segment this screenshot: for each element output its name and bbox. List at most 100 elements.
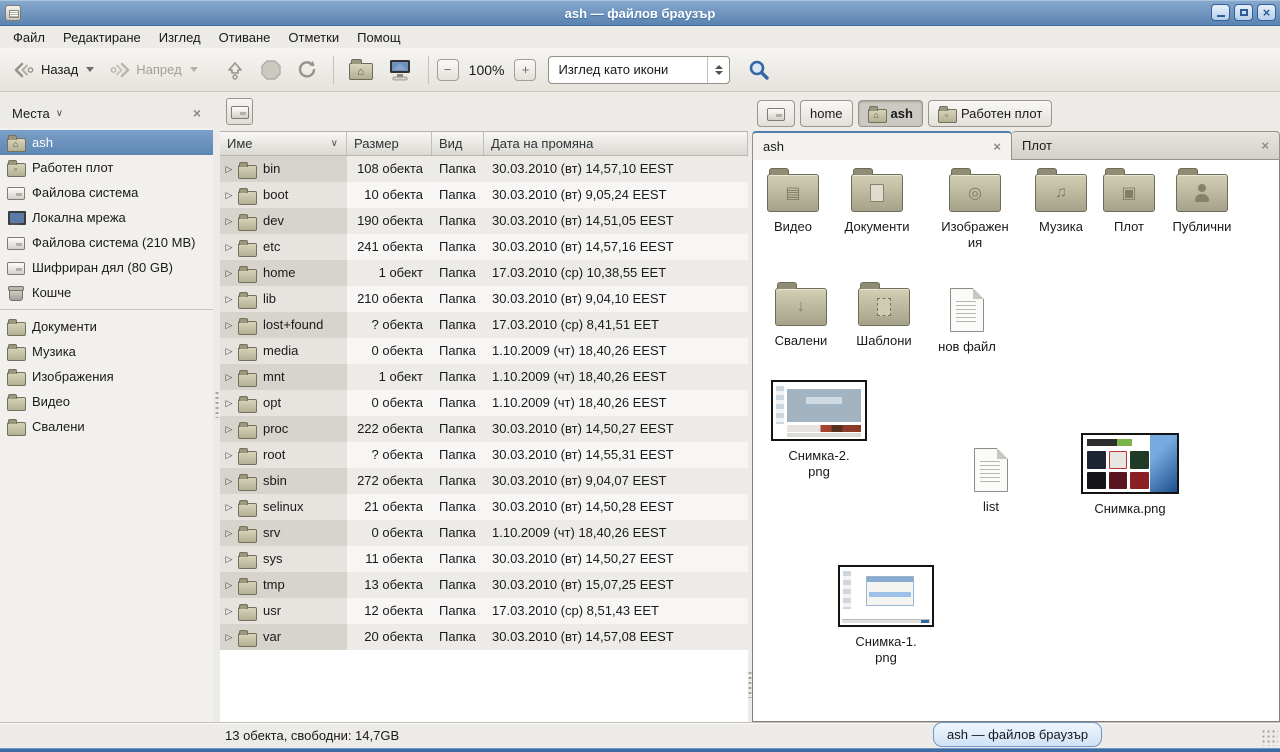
icon-item-Снимка-2.png[interactable]: Снимка-2.png <box>767 380 871 480</box>
pathbar-button-drive[interactable] <box>757 100 795 127</box>
sidebar-item-Работен плот[interactable]: ▫Работен плот <box>0 155 213 180</box>
places-selector[interactable]: Места ∨ <box>12 106 63 121</box>
table-row-var[interactable]: ▷ var 20 обекта Папка 30.03.2010 (вт) 14… <box>220 624 748 650</box>
expander-icon[interactable]: ▷ <box>220 182 238 208</box>
table-row-selinux[interactable]: ▷ selinux 21 обекта Папка 30.03.2010 (вт… <box>220 494 748 520</box>
pathbar-button-home[interactable]: home <box>800 100 853 127</box>
zoom-in-button[interactable]: + <box>514 59 536 81</box>
expander-icon[interactable]: ▷ <box>220 260 238 286</box>
tab-close-icon[interactable]: × <box>1261 138 1269 153</box>
column-header-Име[interactable]: Име∨ <box>220 132 347 155</box>
sidebar-item-Свалени[interactable]: Свалени <box>0 414 213 439</box>
expander-icon[interactable]: ▷ <box>220 494 238 520</box>
table-row-opt[interactable]: ▷ opt 0 обекта Папка 1.10.2009 (чт) 18,4… <box>220 390 748 416</box>
icon-item-Свалени[interactable]: ↓Свалени <box>759 288 843 349</box>
pane-splitter[interactable] <box>213 92 220 722</box>
menu-item-Помощ[interactable]: Помощ <box>348 28 409 47</box>
sidebar-item-Кошче[interactable]: Кошче <box>0 280 213 305</box>
expander-icon[interactable]: ▷ <box>220 156 238 182</box>
sidebar-item-Документи[interactable]: Документи <box>0 314 213 339</box>
table-row-mnt[interactable]: ▷ mnt 1 обект Папка 1.10.2009 (чт) 18,40… <box>220 364 748 390</box>
table-row-lost+found[interactable]: ▷ lost+found ? обекта Папка 17.03.2010 (… <box>220 312 748 338</box>
column-header-Дата на промяна[interactable]: Дата на промяна <box>484 132 748 155</box>
expander-icon[interactable]: ▷ <box>220 416 238 442</box>
forward-button[interactable]: Напред <box>101 57 204 83</box>
table-row-sys[interactable]: ▷ sys 11 обекта Папка 30.03.2010 (вт) 14… <box>220 546 748 572</box>
table-row-root[interactable]: ▷ root ? обекта Папка 30.03.2010 (вт) 14… <box>220 442 748 468</box>
column-header-Размер[interactable]: Размер <box>347 132 432 155</box>
sidebar-item-Видео[interactable]: Видео <box>0 389 213 414</box>
reload-button[interactable] <box>289 55 325 85</box>
table-row-bin[interactable]: ▷ bin 108 обекта Папка 30.03.2010 (вт) 1… <box>220 156 748 182</box>
pathbar-button-ash[interactable]: ⌂ash <box>858 100 923 127</box>
computer-button[interactable] <box>380 54 420 86</box>
sidebar-item-Шифриран дял (80 GB)[interactable]: Шифриран дял (80 GB) <box>0 255 213 280</box>
menu-item-Файл[interactable]: Файл <box>4 28 54 47</box>
sidebar-close-button[interactable]: × <box>189 105 205 121</box>
icon-item-Снимка-1.png[interactable]: Снимка-1.png <box>834 565 938 666</box>
icon-item-Видео[interactable]: ▤Видео <box>753 174 833 235</box>
sidebar-item-ash[interactable]: ⌂ash <box>0 130 213 155</box>
icon-item-нов файл[interactable]: нов файл <box>925 288 1009 355</box>
up-button[interactable] <box>217 55 253 85</box>
column-header-Вид[interactable]: Вид <box>432 132 484 155</box>
expander-icon[interactable]: ▷ <box>220 520 238 546</box>
table-row-etc[interactable]: ▷ etc 241 обекта Папка 30.03.2010 (вт) 1… <box>220 234 748 260</box>
back-button[interactable]: Назад <box>6 57 101 83</box>
menu-item-Отметки[interactable]: Отметки <box>279 28 348 47</box>
icon-item-Музика[interactable]: ♫Музика <box>1021 174 1101 235</box>
icon-item-Шаблони[interactable]: Шаблони <box>842 288 926 349</box>
spinner-icon[interactable] <box>707 57 729 83</box>
icon-view[interactable]: ▤ВидеоДокументи◎Изображения♫Музика▣ПлотП… <box>752 160 1280 722</box>
tab-Плот[interactable]: Плот × <box>1012 131 1280 160</box>
table-row-srv[interactable]: ▷ srv 0 обекта Папка 1.10.2009 (чт) 18,4… <box>220 520 748 546</box>
expander-icon[interactable]: ▷ <box>220 234 238 260</box>
taskbar-window-button[interactable]: ash — файлов браузър <box>933 722 1102 747</box>
expander-icon[interactable]: ▷ <box>220 312 238 338</box>
table-row-home[interactable]: ▷ home 1 обект Папка 17.03.2010 (ср) 10,… <box>220 260 748 286</box>
sidebar-item-Локална мрежа[interactable]: Локална мрежа <box>0 205 213 230</box>
filesystem-root-button[interactable] <box>226 98 253 125</box>
table-row-usr[interactable]: ▷ usr 12 обекта Папка 17.03.2010 (ср) 8,… <box>220 598 748 624</box>
expander-icon[interactable]: ▷ <box>220 598 238 624</box>
search-button[interactable] <box>740 54 778 86</box>
expander-icon[interactable]: ▷ <box>220 364 238 390</box>
forward-dropdown-icon[interactable] <box>190 67 198 72</box>
expander-icon[interactable]: ▷ <box>220 624 238 650</box>
expander-icon[interactable]: ▷ <box>220 572 238 598</box>
table-row-lib[interactable]: ▷ lib 210 обекта Папка 30.03.2010 (вт) 9… <box>220 286 748 312</box>
sidebar-item-Изображения[interactable]: Изображения <box>0 364 213 389</box>
icon-item-Снимка.png[interactable]: Снимка.png <box>1074 433 1186 517</box>
close-button[interactable]: × <box>1257 4 1276 21</box>
zoom-out-button[interactable]: − <box>437 59 459 81</box>
minimize-button[interactable] <box>1211 4 1230 21</box>
menu-item-Редактиране[interactable]: Редактиране <box>54 28 150 47</box>
maximize-button[interactable] <box>1234 4 1253 21</box>
expander-icon[interactable]: ▷ <box>220 442 238 468</box>
back-dropdown-icon[interactable] <box>86 67 94 72</box>
icon-item-list[interactable]: list <box>951 448 1031 515</box>
icon-item-Документи[interactable]: Документи <box>831 174 923 235</box>
tab-ash[interactable]: ash × <box>752 131 1012 160</box>
expander-icon[interactable]: ▷ <box>220 390 238 416</box>
expander-icon[interactable]: ▷ <box>220 468 238 494</box>
icon-item-Изображения[interactable]: ◎Изображения <box>929 174 1021 251</box>
expander-icon[interactable]: ▷ <box>220 546 238 572</box>
table-row-dev[interactable]: ▷ dev 190 обекта Папка 30.03.2010 (вт) 1… <box>220 208 748 234</box>
icon-item-Плот[interactable]: ▣Плот <box>1094 174 1164 235</box>
expander-icon[interactable]: ▷ <box>220 286 238 312</box>
table-row-tmp[interactable]: ▷ tmp 13 обекта Папка 30.03.2010 (вт) 15… <box>220 572 748 598</box>
sidebar-item-Файлова система (210 MB)[interactable]: Файлова система (210 MB) <box>0 230 213 255</box>
pathbar-button-Работен плот[interactable]: ▫Работен плот <box>928 100 1052 127</box>
table-row-boot[interactable]: ▷ boot 10 обекта Папка 30.03.2010 (вт) 9… <box>220 182 748 208</box>
resize-grip[interactable] <box>1261 729 1278 746</box>
menu-item-Отиване[interactable]: Отиване <box>210 28 280 47</box>
menu-item-Изглед[interactable]: Изглед <box>150 28 210 47</box>
stop-button[interactable] <box>253 55 289 85</box>
expander-icon[interactable]: ▷ <box>220 208 238 234</box>
table-row-proc[interactable]: ▷ proc 222 обекта Папка 30.03.2010 (вт) … <box>220 416 748 442</box>
titlebar[interactable]: ash — файлов браузър × <box>0 0 1280 26</box>
tab-close-icon[interactable]: × <box>993 139 1001 154</box>
table-row-sbin[interactable]: ▷ sbin 272 обекта Папка 30.03.2010 (вт) … <box>220 468 748 494</box>
icon-item-Публични[interactable]: Публични <box>1159 174 1245 235</box>
